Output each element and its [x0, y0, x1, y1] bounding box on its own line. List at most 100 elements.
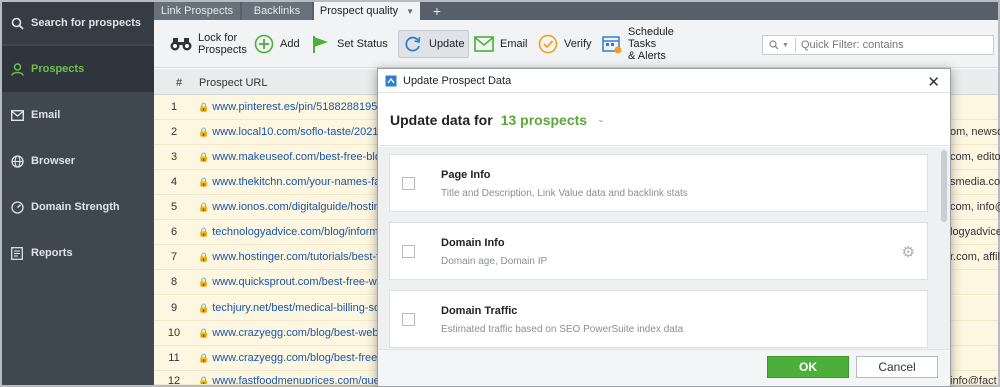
ok-label: OK [799, 360, 817, 374]
row-contact: om, newsdes [950, 126, 1000, 138]
row-url-text: www.thekitchn.com/your-names-fav... [212, 176, 395, 188]
scrollbar[interactable] [941, 150, 947, 222]
cancel-button[interactable]: Cancel [856, 356, 938, 378]
row-url[interactable]: 🔒 techjury.net/best/medical-billing-soft.… [198, 302, 395, 314]
option-title: Domain Info [441, 237, 505, 249]
tab-label: Link Prospects [160, 5, 234, 17]
tab-bar: Link Prospects Backlinks Prospect qualit… [154, 2, 998, 20]
lock-label-line2: Prospects [198, 44, 247, 56]
sidebar-item-email[interactable]: Email [2, 92, 154, 138]
sidebar: Search for prospects Prospects Email Bro… [2, 2, 154, 385]
row-url[interactable]: 🔒 www.fastfoodmenuprices.com/ques... [198, 375, 394, 384]
dialog-heading: Update data for 13 prospects ⌄ [378, 94, 950, 146]
report-icon [10, 246, 24, 260]
refresh-icon [403, 34, 423, 54]
quick-filter-input[interactable]: Quick Filter: contains [801, 39, 904, 51]
column-header-num[interactable]: # [176, 77, 182, 89]
lock-icon: 🔒 [198, 227, 210, 237]
lock-for-prospects-button[interactable]: Lock for Prospects [170, 20, 247, 68]
check-circle-icon [538, 34, 558, 54]
email-button[interactable]: Email [474, 20, 528, 68]
option-domain-traffic[interactable]: Domain Traffic Estimated traffic based o… [389, 290, 928, 348]
row-contact: smedia.com [950, 176, 1000, 188]
row-url[interactable]: 🔒 technologyadvice.com/blog/informati... [198, 226, 399, 238]
verify-button[interactable]: Verify [538, 20, 592, 68]
domain-info-checkbox[interactable] [402, 245, 415, 258]
set-status-button[interactable]: Set Status [311, 20, 388, 68]
sidebar-search-label: Search for prospects [31, 17, 142, 29]
option-title: Domain Traffic [441, 305, 518, 317]
row-contact: com, info@ [950, 201, 1000, 213]
row-num: 7 [170, 251, 178, 263]
row-contact: com, editori [950, 151, 1000, 163]
sidebar-item-domain-strength[interactable]: Domain Strength [2, 184, 154, 230]
row-num: 6 [170, 226, 178, 238]
row-url[interactable]: 🔒 www.pinterest.es/pin/518828819542... [198, 101, 399, 113]
gear-icon[interactable]: ⚙ [902, 243, 915, 261]
quick-filter[interactable]: ▼ Quick Filter: contains [762, 35, 994, 55]
update-prospect-dialog: Update Prospect Data ✕ Update data for 1… [377, 68, 951, 387]
column-header-url[interactable]: Prospect URL [199, 77, 267, 89]
sidebar-item-prospects[interactable]: Prospects [2, 46, 154, 92]
ok-button[interactable]: OK [767, 356, 849, 378]
row-url[interactable]: 🔒 www.crazyegg.com/blog/best-websi... [198, 327, 396, 339]
sidebar-item-label: Browser [31, 155, 76, 167]
row-url[interactable]: 🔒 www.thekitchn.com/your-names-fav... [198, 176, 394, 188]
row-url[interactable]: 🔒 www.crazyegg.com/blog/best-free-... [198, 352, 390, 364]
row-num: 8 [170, 276, 178, 288]
add-tab-button[interactable]: + [424, 2, 450, 20]
sidebar-item-browser[interactable]: Browser [2, 138, 154, 184]
row-url-text: www.pinterest.es/pin/518828819542... [212, 101, 399, 113]
tab-prospect-quality[interactable]: Prospect quality ▼ [314, 2, 420, 20]
update-label: Update [429, 38, 465, 50]
row-url[interactable]: 🔒 www.quicksprout.com/best-free-we... [198, 276, 392, 288]
update-button[interactable]: Update [398, 30, 470, 58]
person-icon [10, 62, 24, 76]
row-url-text: www.quicksprout.com/best-free-we... [212, 276, 392, 288]
row-url[interactable]: 🔒 www.ionos.com/digitalguide/hosting/... [198, 201, 398, 213]
flag-icon [311, 34, 331, 54]
add-button[interactable]: Add [254, 20, 300, 68]
tab-label: Backlinks [253, 5, 301, 17]
row-contact: logyadvice. [950, 226, 1000, 238]
schedule-label-line1: Schedule [628, 26, 674, 38]
chevron-down-icon[interactable]: ⌄ [597, 114, 605, 125]
sidebar-item-label: Email [31, 109, 61, 121]
row-url[interactable]: 🔒 www.local10.com/soflo-taste/2021/1... [198, 126, 397, 138]
chevron-down-icon[interactable]: ▼ [406, 7, 414, 16]
option-description: Estimated traffic based on SEO PowerSuit… [441, 324, 684, 335]
lock-icon: 🔒 [198, 202, 210, 212]
row-num: 9 [170, 302, 178, 314]
lock-icon: 🔒 [198, 102, 210, 112]
row-url-text: techjury.net/best/medical-billing-soft..… [212, 302, 396, 314]
option-domain-info[interactable]: Domain Info Domain age, Domain IP ⚙ [389, 222, 928, 280]
row-url-text: www.crazyegg.com/blog/best-websi... [212, 327, 396, 339]
tab-link-prospects[interactable]: Link Prospects [154, 2, 240, 20]
row-num: 12 [167, 375, 181, 385]
domain-traffic-checkbox[interactable] [402, 313, 415, 326]
option-title: Page Info [441, 169, 491, 181]
option-description: Domain age, Domain IP [441, 256, 548, 267]
add-label: Add [280, 38, 300, 50]
row-url[interactable]: 🔒 www.hostinger.com/tutorials/best-fo... [198, 251, 394, 263]
row-url[interactable]: 🔒 www.makeuseof.com/best-free-blog... [198, 151, 396, 163]
schedule-tasks-button[interactable]: Schedule Tasks & Alerts [602, 20, 674, 68]
prospect-count-dropdown[interactable]: 13 prospects [501, 112, 587, 128]
search-prospects-button[interactable]: Search for prospects [2, 2, 154, 44]
close-icon[interactable]: ✕ [927, 73, 940, 91]
sidebar-item-label: Prospects [31, 63, 85, 75]
sidebar-item-reports[interactable]: Reports [2, 230, 154, 276]
dialog-titlebar: Update Prospect Data ✕ [378, 69, 950, 93]
lock-icon: 🔒 [198, 303, 210, 313]
app-icon [385, 75, 397, 87]
page-info-checkbox[interactable] [402, 177, 415, 190]
row-url-text: www.ionos.com/digitalguide/hosting/... [212, 201, 399, 213]
chevron-down-icon[interactable]: ▼ [782, 42, 789, 49]
lock-for-prospects-label: Lock for Prospects [198, 32, 247, 56]
binoculars-icon [170, 36, 192, 52]
tab-backlinks[interactable]: Backlinks [242, 2, 312, 20]
option-page-info[interactable]: Page Info Title and Description, Link Va… [389, 154, 928, 212]
schedule-label-line3: & Alerts [628, 50, 666, 62]
dialog-options-list: Page Info Title and Description, Link Va… [378, 147, 950, 349]
row-num: 10 [167, 327, 181, 339]
